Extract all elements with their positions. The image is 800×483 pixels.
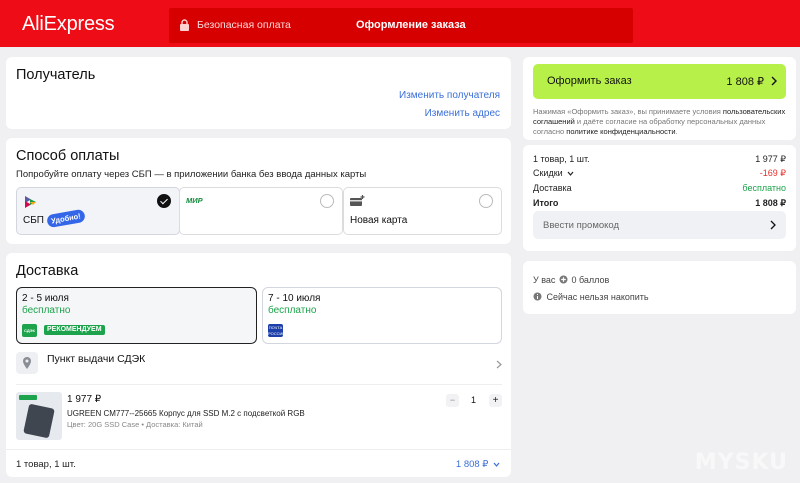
change-address-link[interactable]: Изменить адрес [425, 108, 500, 119]
promo-code-placeholder: Ввести промокод [543, 220, 620, 231]
new-card-radio[interactable] [479, 194, 493, 208]
summary-shipping-value: бесплатно [742, 183, 786, 193]
bonus-note: Сейчас нельзя накопить [533, 292, 649, 302]
quantity-plus-button[interactable]: + [489, 394, 502, 407]
chevron-down-icon [567, 171, 574, 176]
sbp-icon [25, 196, 36, 208]
watermark: MYSKU [694, 450, 788, 475]
aliexpress-logo[interactable]: AliExpress [22, 13, 115, 36]
top-header: AliExpress Безопасная оплата Оформление … [0, 0, 800, 47]
place-order-price: 1 808 ₽ [726, 76, 764, 88]
change-recipient-link[interactable]: Изменить получателя [399, 90, 500, 101]
pochta-logo-icon: ПОЧТА РОССИИ [268, 324, 286, 337]
delivery-option-cdek[interactable]: 2 - 5 июля бесплатно СДЭК РЕКОМЕНДУЕМ [16, 287, 257, 344]
footer-total: 1 808 ₽ [455, 459, 489, 470]
new-card-label: Новая карта [350, 215, 408, 226]
coin-icon [559, 275, 568, 284]
summary-shipping-label: Доставка [533, 183, 572, 193]
summary-discount-value: -169 ₽ [759, 168, 786, 178]
summary-items-label: 1 товар, 1 шт. [533, 154, 590, 164]
payment-card: Способ оплаты Попробуйте оплату через СБ… [6, 138, 511, 244]
pickup-point-label: Пункт выдачи СДЭК [47, 353, 146, 365]
page-title: Оформление заказа [356, 19, 466, 31]
payment-subtitle: Попробуйте оплату через СБП — в приложен… [16, 169, 367, 180]
recipient-title: Получатель [16, 67, 96, 83]
chevron-down-icon [493, 462, 500, 467]
legal-text: Нажимая «Оформить заказ», вы принимаете … [533, 107, 786, 136]
recommended-badge: РЕКОМЕНДУЕМ [44, 325, 105, 335]
location-pin-icon [16, 352, 38, 374]
payment-option-new-card[interactable]: Новая карта [343, 187, 502, 235]
product-price: 1 977 ₽ [67, 394, 102, 405]
bonus-balance: У вас 0 баллов [533, 275, 610, 285]
quantity-value[interactable]: 1 [471, 395, 476, 405]
payment-option-mir[interactable]: МИР [179, 187, 343, 235]
new-card-icon [350, 195, 365, 206]
payment-option-sbp[interactable]: СБП Удобно! [16, 187, 180, 235]
sbp-label: СБП [23, 215, 44, 226]
divider [6, 449, 511, 450]
quantity-minus-button[interactable]: − [446, 394, 459, 407]
mir-icon: МИР [186, 196, 203, 205]
delivery-title: Доставка [16, 263, 79, 279]
delivery-price: бесплатно [268, 305, 317, 316]
product-name[interactable]: UGREEN CM777--25665 Корпус для SSD M.2 с… [67, 409, 305, 418]
info-icon [533, 292, 542, 301]
sbp-radio[interactable] [157, 194, 171, 208]
delivery-card: Доставка 2 - 5 июля бесплатно СДЭК РЕКОМ… [6, 253, 511, 477]
summary-total-row: Итого 1 808 ₽ [533, 198, 786, 208]
summary-card: 1 товар, 1 шт. 1 977 ₽ Скидки -169 ₽ Дос… [523, 145, 796, 251]
chevron-right-icon [771, 76, 777, 86]
summary-items-row: 1 товар, 1 шт. 1 977 ₽ [533, 154, 786, 164]
delivery-date: 7 - 10 июля [268, 293, 321, 304]
privacy-policy-link[interactable]: политике конфиденциальности [566, 127, 675, 136]
header-panel: Безопасная оплата Оформление заказа [169, 8, 633, 43]
summary-discount-label: Скидки [533, 168, 563, 178]
summary-discount-row[interactable]: Скидки -169 ₽ [533, 168, 786, 178]
divider [16, 384, 502, 385]
delivery-option-pochta[interactable]: 7 - 10 июля бесплатно ПОЧТА РОССИИ [262, 287, 502, 344]
lock-icon [180, 19, 189, 31]
summary-total-label: Итого [533, 198, 559, 208]
secure-payment-label: Безопасная оплата [197, 19, 291, 31]
mir-radio[interactable] [320, 194, 334, 208]
chevron-right-icon [770, 220, 776, 230]
promo-code-field[interactable]: Ввести промокод [533, 211, 786, 239]
payment-title: Способ оплаты [16, 148, 120, 164]
product-image[interactable] [16, 392, 62, 440]
product-meta: Цвет: 20G SSD Case • Доставка: Китай [67, 420, 203, 429]
bonus-card: У вас 0 баллов Сейчас нельзя накопить [523, 261, 796, 314]
cdek-logo-icon: СДЭК [22, 324, 37, 337]
delivery-price: бесплатно [22, 305, 71, 316]
recipient-card: Получатель Изменить получателя Изменить … [6, 57, 511, 129]
order-card: Оформить заказ 1 808 ₽ Нажимая «Оформить… [523, 57, 796, 140]
product-row: 1 977 ₽ UGREEN CM777--25665 Корпус для S… [16, 392, 502, 442]
footer-item-count: 1 товар, 1 шт. [16, 459, 76, 470]
footer-total-toggle[interactable]: 1 808 ₽ [456, 459, 500, 470]
summary-shipping-row: Доставка бесплатно [533, 183, 786, 193]
delivery-date: 2 - 5 июля [22, 293, 69, 304]
pickup-point-row[interactable]: Пункт выдачи СДЭК [16, 349, 502, 379]
summary-total-value: 1 808 ₽ [755, 198, 786, 208]
summary-items-value: 1 977 ₽ [755, 154, 786, 164]
place-order-label: Оформить заказ [547, 75, 632, 87]
chevron-right-icon [496, 360, 502, 369]
place-order-button[interactable]: Оформить заказ 1 808 ₽ [533, 64, 786, 99]
sbp-badge: Удобно! [46, 208, 86, 229]
